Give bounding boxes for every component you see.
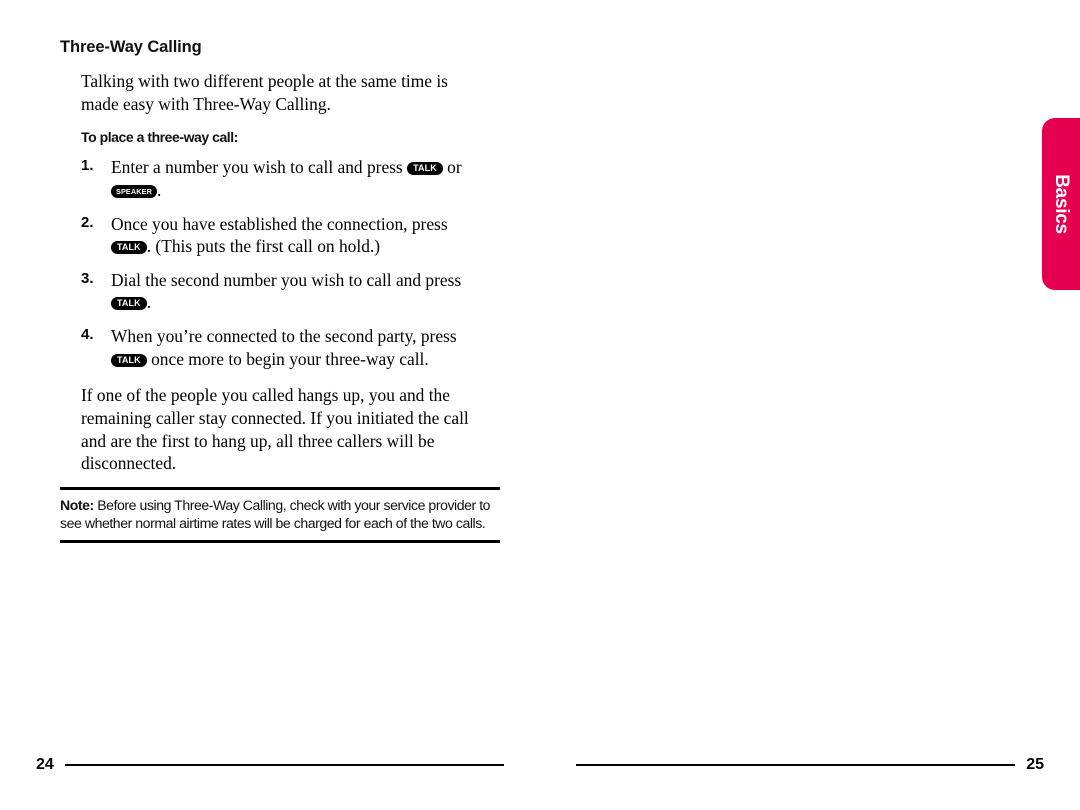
note-box-three-way-calling: Note: Before using Three-Way Calling, ch… xyxy=(60,486,500,544)
step-text: once more to begin your three-way call. xyxy=(146,348,429,369)
page-title: Three-Way Calling xyxy=(60,38,202,56)
talk-key-icon: TALK xyxy=(111,297,147,311)
subhead-place-three-way-call: To place a three-way call: xyxy=(81,129,238,146)
left-page-footer: 24 xyxy=(36,756,504,774)
list-item: 2. Once you have established the connecti… xyxy=(81,213,485,258)
list-item: 1. Enter a number you wish to call and pr… xyxy=(81,156,485,201)
closing-paragraph: If one of the people you called hangs up… xyxy=(81,385,469,474)
right-page-footer: 25 xyxy=(576,756,1044,774)
left-page-content: Three-Way Calling Talking with two diffe… xyxy=(60,38,500,544)
three-way-call-steps: 1. Enter a number you wish to call and pr… xyxy=(81,156,485,370)
step-text: . xyxy=(156,179,162,200)
list-item: 4. When you’re connected to the second pa… xyxy=(81,325,485,370)
side-tab-label: Basics xyxy=(1051,174,1072,234)
right-page: Your Phone’s Special Features Voice Dial… xyxy=(540,0,1080,810)
step-text: Dial the second number you wish to call … xyxy=(111,269,462,290)
step-text: . (This puts the first call on hold.) xyxy=(146,236,381,257)
step-number: 4. xyxy=(81,326,94,343)
step-text: When you’re connected to the second part… xyxy=(111,326,457,346)
talk-key-icon: TALK xyxy=(111,353,147,367)
footer-rule-left xyxy=(64,764,504,766)
step-number: 2. xyxy=(81,213,94,231)
side-tab-basics[interactable]: Basics xyxy=(1042,118,1080,290)
footer-rule-right xyxy=(576,764,1016,766)
page-number-left: 24 xyxy=(36,756,54,773)
step-number: 1. xyxy=(81,157,94,175)
step-text: . xyxy=(146,292,152,313)
talk-key-icon: TALK xyxy=(111,241,147,255)
manual-page-spread: Three-Way Calling Talking with two diffe… xyxy=(0,0,1080,810)
step-text: or xyxy=(442,157,462,178)
talk-key-icon: TALK xyxy=(407,162,443,176)
step-text: Enter a number you wish to call and pres… xyxy=(111,157,408,178)
intro-paragraph: Talking with two different people at the… xyxy=(81,71,448,114)
step-number: 3. xyxy=(81,269,94,287)
step-text: Once you have established the connection… xyxy=(111,213,448,234)
note-label: Note: xyxy=(60,496,94,513)
note-text: Before using Three-Way Calling, check wi… xyxy=(60,496,491,532)
left-page: Three-Way Calling Talking with two diffe… xyxy=(0,0,540,810)
speaker-key-icon: SPEAKER xyxy=(111,184,157,198)
page-number-right: 25 xyxy=(1026,756,1044,773)
list-item: 3. Dial the second number you wish to cal… xyxy=(81,269,485,314)
